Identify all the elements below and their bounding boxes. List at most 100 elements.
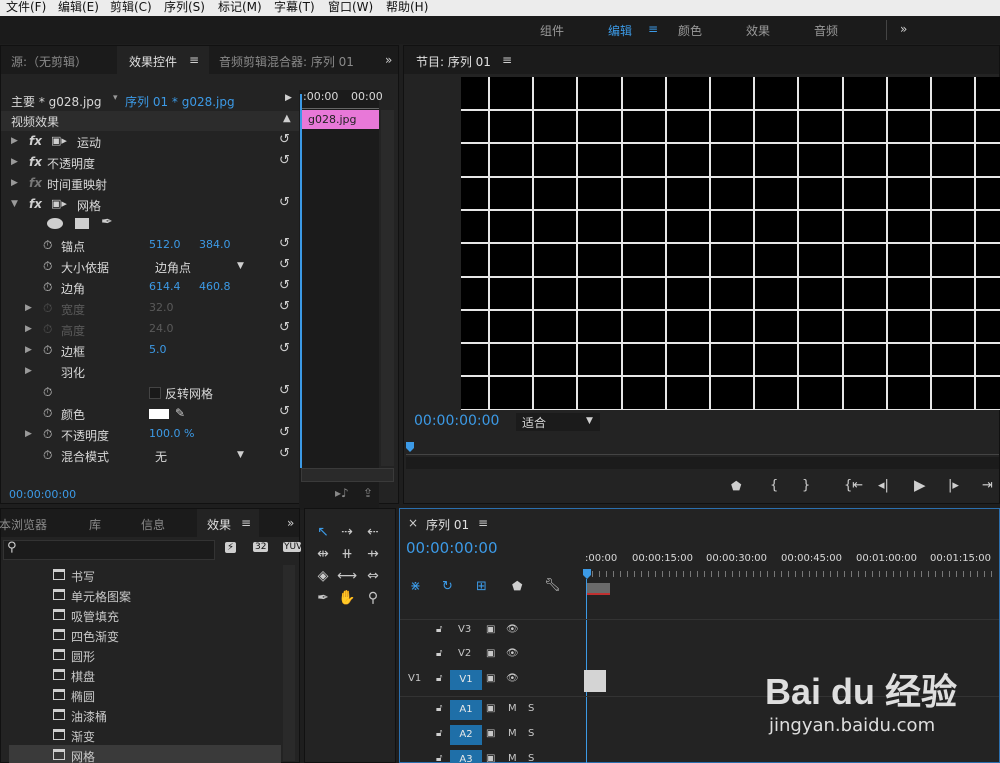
solo-button[interactable]: S	[528, 703, 534, 714]
source-patch-v1[interactable]: V1	[408, 673, 421, 684]
list-item[interactable]: 油漆桶	[9, 705, 281, 725]
mini-timeline[interactable]	[299, 90, 379, 510]
vertical-scrollbar[interactable]	[381, 110, 394, 466]
tab-menu-icon[interactable]: ≡	[241, 516, 251, 530]
reset-icon[interactable]: ↺	[279, 299, 290, 314]
invert-checkbox[interactable]	[149, 387, 161, 399]
track-select-back-tool-icon[interactable]: ⇠	[363, 523, 383, 541]
hand-tool-icon[interactable]: ✋	[337, 589, 357, 607]
razor-tool-icon[interactable]: ◈	[313, 567, 333, 585]
stopwatch-icon[interactable]: ⏱	[43, 343, 52, 358]
reset-icon[interactable]: ↺	[279, 320, 290, 335]
toggle-output-icon[interactable]: ▣	[486, 624, 495, 635]
export-icon[interactable]: ⇪	[363, 486, 373, 500]
reset-icon[interactable]: ↺	[279, 341, 290, 356]
expand-icon[interactable]: ▶	[25, 429, 32, 439]
effect-controls-timecode[interactable]: 00:00:00:00	[9, 488, 76, 501]
step-forward-icon[interactable]: |▸	[948, 478, 959, 493]
go-to-out-icon[interactable]: ⇥	[982, 478, 993, 493]
list-item-selected[interactable]: 网格	[9, 745, 281, 763]
menu-sequence[interactable]: 序列(S)	[164, 0, 205, 15]
workspace-menu-icon[interactable]: ≡	[648, 22, 658, 36]
tab-program[interactable]: 节目: 序列 01	[416, 53, 491, 70]
clip-bar[interactable]: g028.jpg	[302, 110, 379, 129]
workspace-color[interactable]: 颜色	[678, 22, 702, 39]
add-marker-icon[interactable]: ⬟	[731, 479, 741, 493]
32bit-effects-icon[interactable]: 32	[253, 542, 269, 552]
ripple-edit-tool-icon[interactable]: ⇹	[313, 545, 333, 563]
color-swatch[interactable]	[149, 409, 169, 419]
pen-tool-icon[interactable]: ✒	[313, 589, 333, 607]
list-item[interactable]: 椭圆	[9, 685, 281, 705]
program-zoom-bar[interactable]	[406, 457, 999, 469]
track-v1[interactable]: V1 🔓︎ V1 ▣ 👁︎	[400, 668, 583, 694]
reset-icon[interactable]: ↺	[279, 278, 290, 293]
track-a3[interactable]: 🔓︎ A3 ▣ M S	[400, 748, 583, 763]
list-item[interactable]: 圆形	[9, 645, 281, 665]
marker-icon[interactable]: ⬟	[512, 579, 522, 593]
zoom-tool-icon[interactable]: ⚲	[363, 589, 383, 607]
slide-tool-icon[interactable]: ⇔	[363, 567, 383, 585]
fx-icon[interactable]: fx	[29, 197, 42, 211]
list-item[interactable]: 棋盘	[9, 665, 281, 685]
mute-button[interactable]: M	[508, 728, 517, 739]
tab-library[interactable]: 库	[89, 516, 101, 533]
close-icon[interactable]: ×	[408, 516, 418, 530]
workspace-overflow-icon[interactable]: »	[900, 22, 907, 36]
lock-icon[interactable]: 🔓︎	[436, 624, 442, 635]
corner-y-value[interactable]: 460.8	[199, 280, 231, 293]
effect-motion[interactable]: ▶ fx ▣▸ 运动 ↺	[1, 131, 299, 152]
lock-icon[interactable]: 🔓︎	[436, 648, 442, 659]
toggle-output-icon[interactable]: ▣	[486, 648, 495, 659]
eye-icon[interactable]: 👁︎	[506, 673, 519, 684]
tab-overflow-icon[interactable]: »	[385, 53, 392, 67]
go-to-in-icon[interactable]: {⇤	[844, 478, 863, 493]
rate-stretch-tool-icon[interactable]: ⇸	[363, 545, 383, 563]
toggle-output-icon[interactable]: ▣	[486, 753, 495, 763]
expand-icon[interactable]: ▶	[25, 303, 32, 313]
solo-button[interactable]: S	[528, 728, 534, 739]
track-target-a1[interactable]: A1	[450, 700, 482, 720]
reset-icon[interactable]: ↺	[279, 132, 290, 147]
lock-icon[interactable]: 🔓︎	[436, 703, 442, 714]
menu-title[interactable]: 字幕(T)	[274, 0, 315, 15]
workspace-audio[interactable]: 音频	[814, 22, 838, 39]
corner-x-value[interactable]: 614.4	[149, 280, 181, 293]
reset-icon[interactable]: ↺	[279, 195, 290, 210]
step-back-icon[interactable]: ◂|	[878, 478, 889, 493]
mark-out-icon[interactable]: }	[802, 478, 810, 493]
workspace-assembly[interactable]: 组件	[540, 22, 564, 39]
play-icon[interactable]: ▶	[914, 476, 926, 494]
pen-mask-icon[interactable]: ✒	[101, 214, 113, 230]
work-area-bar[interactable]	[586, 583, 610, 595]
slip-tool-icon[interactable]: ⟷	[337, 567, 357, 585]
timeline-clip[interactable]	[584, 670, 606, 692]
lock-icon[interactable]: 🔓︎	[436, 673, 442, 684]
mute-button[interactable]: M	[508, 703, 517, 714]
menu-edit[interactable]: 编辑(E)	[58, 0, 99, 15]
mini-playhead[interactable]	[300, 94, 302, 468]
ellipse-mask-icon[interactable]	[47, 218, 63, 229]
horizontal-scrollbar[interactable]	[301, 468, 394, 482]
track-target-a3[interactable]: A3	[450, 750, 482, 763]
toggle-output-icon[interactable]: ▣	[486, 673, 495, 684]
reset-icon[interactable]: ↺	[279, 257, 290, 272]
menu-marker[interactable]: 标记(M)	[218, 0, 262, 15]
stopwatch-icon[interactable]: ⏱	[43, 406, 52, 421]
master-clip-label[interactable]: 主要 * g028.jpg	[11, 93, 102, 110]
eyedropper-icon[interactable]: ✎	[175, 406, 185, 420]
track-target-v1[interactable]: V1	[450, 670, 482, 690]
transform-icon[interactable]: ▣▸	[51, 197, 67, 210]
tab-menu-icon[interactable]: ≡	[502, 53, 512, 67]
effect-time-remap[interactable]: ▶ fx 时间重映射	[1, 173, 299, 194]
chevron-down-icon[interactable]: ▼	[237, 450, 244, 460]
workspace-editing[interactable]: 编辑	[608, 22, 632, 39]
menu-file[interactable]: 文件(F)	[6, 0, 46, 15]
filter-icon[interactable]: ▸♪	[335, 486, 349, 500]
expand-icon[interactable]: ▶	[25, 324, 32, 334]
tab-overflow-icon[interactable]: »	[287, 516, 294, 530]
expand-icon[interactable]: ▶	[11, 178, 18, 188]
tab-effects[interactable]: 效果	[207, 516, 231, 533]
reset-icon[interactable]: ↺	[279, 446, 290, 461]
effects-search-input[interactable]	[3, 540, 215, 560]
